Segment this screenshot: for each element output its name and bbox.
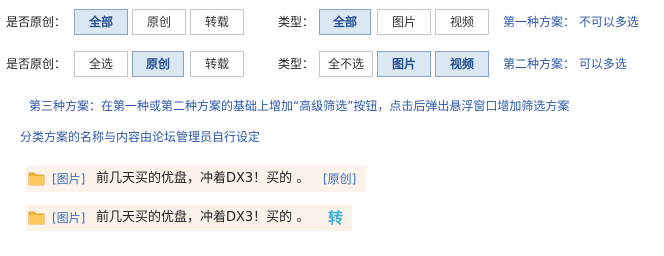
type-image-button[interactable]: 图片: [377, 51, 431, 77]
post-row-1: [图片] 前几天买的优盘，冲着DX3！买的 。 [原创]: [26, 166, 366, 192]
type-video-button[interactable]: 视频: [435, 9, 489, 35]
original-repost-button[interactable]: 转载: [190, 51, 244, 77]
original-select-all-button[interactable]: 全选: [74, 51, 128, 77]
type-video-button[interactable]: 视频: [435, 51, 489, 77]
type-filter-label: 类型：: [278, 15, 315, 29]
post-title-link[interactable]: 前几天买的优盘，冲着DX3！买的 。: [96, 205, 309, 231]
type-image-button[interactable]: 图片: [377, 9, 431, 35]
post-repost-tag[interactable]: 转: [328, 205, 343, 231]
post-category-link[interactable]: [图片]: [52, 205, 85, 231]
scheme-note-2: 第二种方案： 可以多选: [503, 57, 627, 71]
original-original-button[interactable]: 原创: [132, 51, 184, 77]
scheme-note-1: 第一种方案： 不可以多选: [503, 15, 639, 29]
folder-icon: [28, 211, 45, 225]
original-filter-label: 是否原创：: [6, 15, 67, 29]
type-select-none-button[interactable]: 全不选: [319, 51, 373, 77]
original-repost-button[interactable]: 转载: [190, 9, 244, 35]
filter-row-2: 是否原创： 全选 原创 转载 类型： 全不选 图片 视频 第二种方案： 可以多选: [0, 51, 664, 81]
original-filter-label: 是否原创：: [6, 57, 67, 71]
post-title-link[interactable]: 前几天买的优盘，冲着DX3！买的 。: [96, 166, 309, 192]
original-original-button[interactable]: 原创: [132, 9, 186, 35]
scheme-config-description: 分类方案的名称与内容由论坛管理员自行设定: [20, 130, 261, 144]
type-filter-label: 类型：: [278, 57, 315, 71]
post-category-link[interactable]: [图片]: [52, 166, 85, 192]
type-all-button[interactable]: 全部: [319, 9, 371, 35]
post-original-tag[interactable]: [原创]: [323, 166, 356, 192]
original-all-button[interactable]: 全部: [74, 9, 128, 35]
folder-icon: [28, 172, 45, 186]
filter-row-1: 是否原创： 全部 原创 转载 类型： 全部 图片 视频 第一种方案： 不可以多选: [0, 9, 664, 39]
post-row-2: [图片] 前几天买的优盘，冲着DX3！买的 。 转: [26, 205, 352, 231]
scheme-3-description: 第三种方案：在第一种或第二种方案的基础上增加“高级筛选”按钮，点击后弹出悬浮窗口…: [29, 99, 570, 113]
